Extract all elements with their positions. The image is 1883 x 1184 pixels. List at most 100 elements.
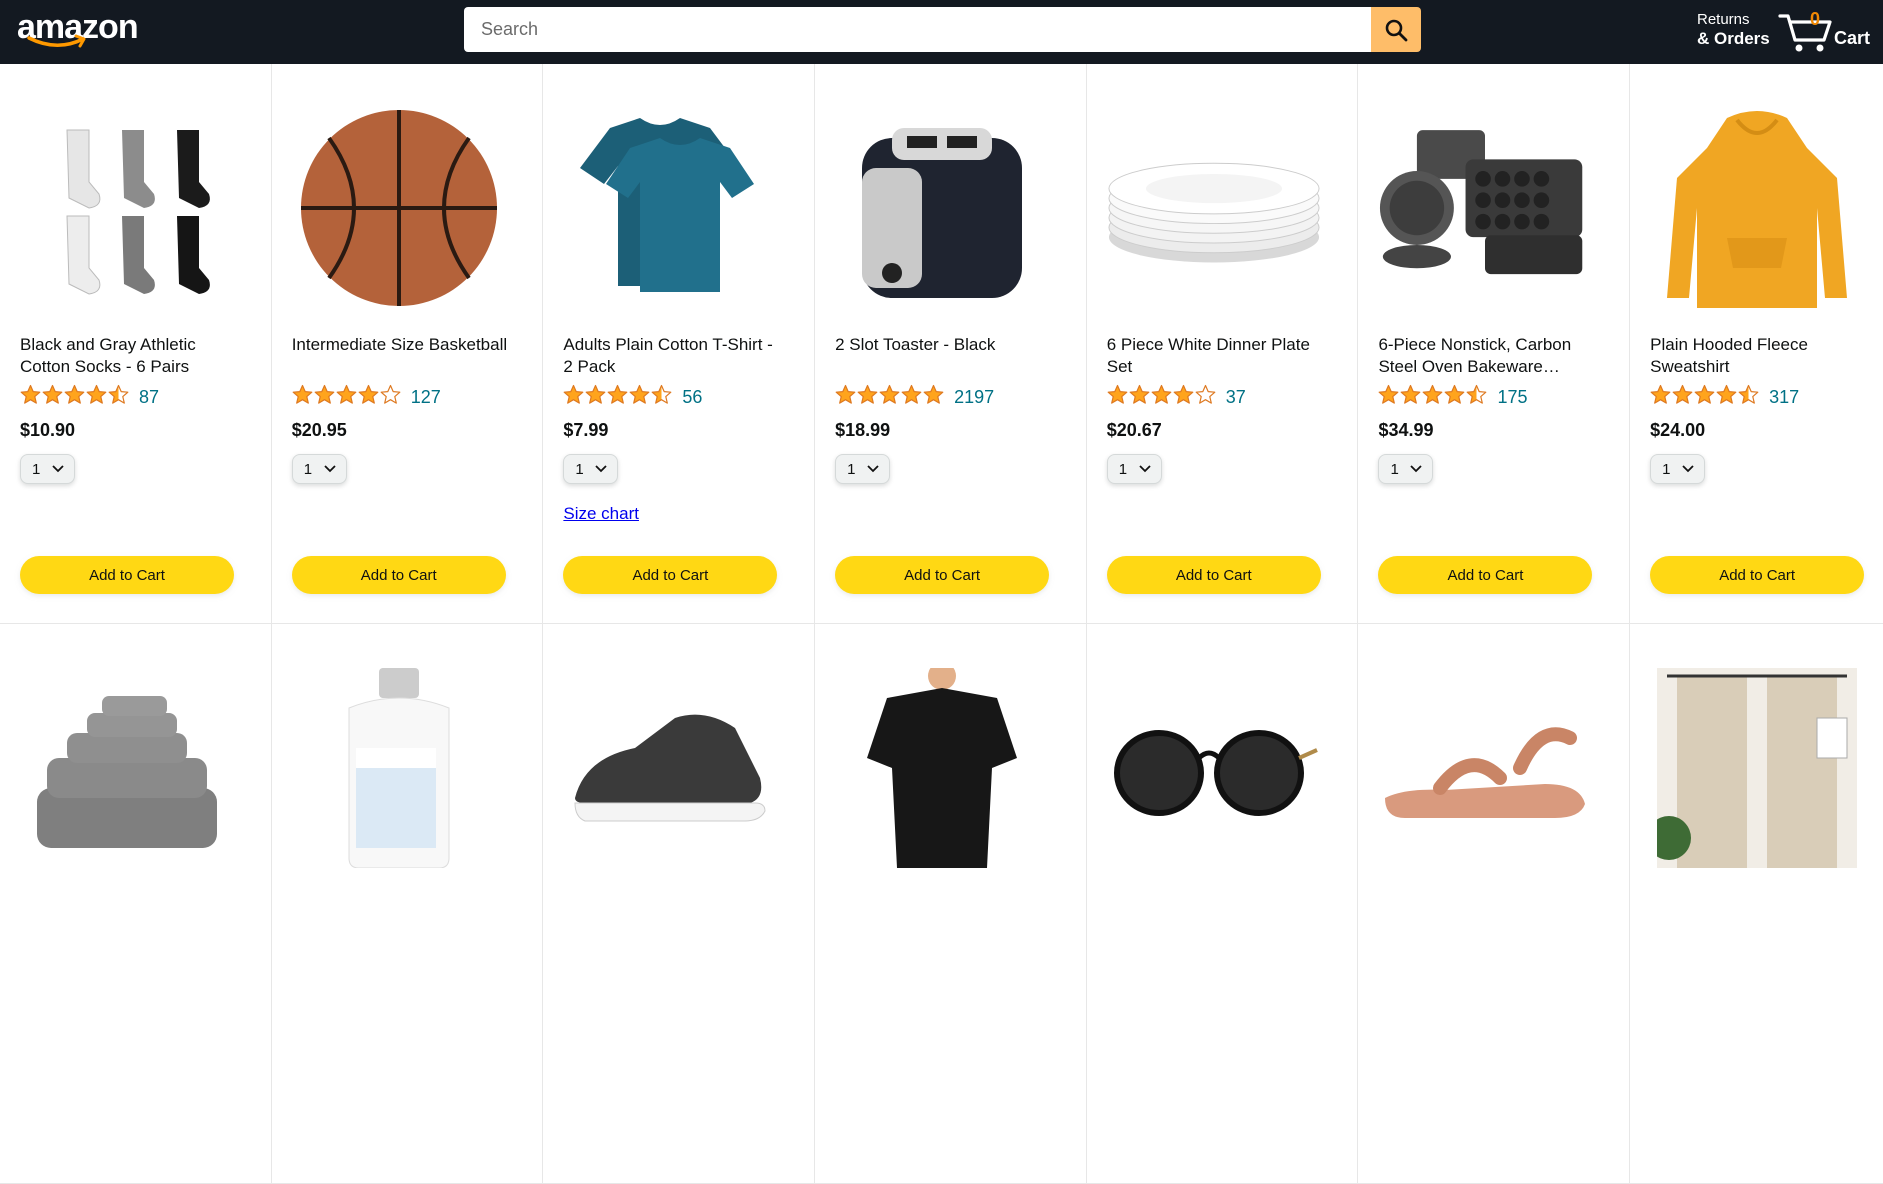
product-name: 6 Piece White Dinner Plate Set (1106, 335, 1310, 376)
star-icon (380, 384, 401, 410)
star-icon (1173, 384, 1194, 410)
amazon-logo[interactable]: amazon (17, 8, 139, 52)
star-icon (292, 384, 313, 410)
rating-stars (563, 384, 672, 410)
add-to-cart-button[interactable]: Add to Cart (1106, 556, 1321, 594)
rating-stars (1107, 384, 1216, 410)
rating-stars (20, 384, 129, 410)
quantity-select[interactable]: 1 (1106, 454, 1162, 484)
star-icon (1716, 384, 1737, 410)
add-to-cart-button[interactable]: Add to Cart (835, 556, 1050, 594)
quantity-value: 1 (847, 460, 856, 478)
product-card (1630, 624, 1883, 1184)
star-icon (20, 384, 41, 410)
returns-orders-link[interactable]: Returns & Orders (1697, 10, 1770, 48)
add-to-cart-button[interactable]: Add to Cart (1378, 556, 1593, 594)
add-to-cart-button[interactable]: Add to Cart (563, 556, 778, 594)
quantity-select[interactable]: 1 (563, 454, 619, 484)
product-image-beach-dress[interactable] (835, 664, 1049, 872)
returns-label: Returns (1697, 11, 1750, 28)
star-icon (1129, 384, 1150, 410)
size-chart-link[interactable]: Size chart (563, 504, 639, 524)
product-rating: 127 (292, 384, 441, 410)
star-icon (923, 384, 944, 410)
cart-label: Cart (1834, 28, 1871, 48)
product-price: $24.00 (1650, 420, 1706, 440)
top-header: amazon Returns & Orders 0 Cart (0, 0, 1883, 64)
cart-link[interactable]: 0 Cart (1778, 6, 1878, 58)
star-icon (1672, 384, 1693, 410)
star-icon (1694, 384, 1715, 410)
search-bar (464, 7, 1421, 52)
product-card: Plain Hooded Fleece Sweatshirt 317 $24.0… (1630, 64, 1883, 624)
product-card (815, 624, 1087, 1184)
product-card (1358, 624, 1631, 1184)
quantity-value: 1 (1662, 460, 1671, 478)
product-image-tshirt[interactable] (563, 104, 777, 312)
rating-count-link[interactable]: 317 (1769, 387, 1799, 408)
star-icon (651, 384, 672, 410)
product-image-basketball[interactable] (292, 104, 506, 312)
rating-count-link[interactable]: 56 (682, 387, 702, 408)
orders-label: & Orders (1697, 29, 1770, 48)
chevron-down-icon (1682, 465, 1694, 473)
product-image-towels[interactable] (20, 664, 234, 872)
star-icon (901, 384, 922, 410)
quantity-select[interactable]: 1 (20, 454, 75, 484)
star-icon (585, 384, 606, 410)
product-card: Black and Gray Athletic Cotton Socks - 6… (0, 64, 272, 624)
star-icon (835, 384, 856, 410)
product-image-sandal[interactable] (1378, 664, 1592, 872)
chevron-down-icon (52, 465, 64, 473)
product-price: $20.67 (1106, 420, 1162, 440)
rating-stars (835, 384, 944, 410)
quantity-select[interactable]: 1 (1650, 454, 1706, 484)
product-rating: 317 (1650, 384, 1799, 410)
product-price: $10.90 (20, 420, 76, 440)
product-card (1086, 624, 1359, 1184)
product-image-bakeware[interactable] (1378, 104, 1592, 312)
cart-icon (1778, 14, 1832, 52)
add-to-cart-button[interactable]: Add to Cart (291, 556, 506, 594)
chevron-down-icon (1139, 465, 1151, 473)
rating-count-link[interactable]: 37 (1226, 387, 1246, 408)
quantity-select[interactable]: 1 (835, 454, 891, 484)
search-button[interactable] (1371, 7, 1421, 52)
product-image-curtains[interactable] (1650, 664, 1864, 872)
rating-count-link[interactable]: 87 (139, 387, 159, 408)
star-icon (857, 384, 878, 410)
rating-count-link[interactable]: 127 (411, 387, 441, 408)
search-icon (1385, 19, 1408, 41)
product-image-sunglasses[interactable] (1107, 664, 1321, 872)
rating-count-link[interactable]: 2197 (954, 387, 994, 408)
product-image-plates[interactable] (1107, 104, 1321, 312)
star-icon (1422, 384, 1443, 410)
product-image-toaster[interactable] (835, 104, 1049, 312)
rating-count-link[interactable]: 175 (1497, 387, 1527, 408)
rating-stars (1378, 384, 1487, 410)
product-name: 6-Piece Nonstick, Carbon Steel Oven Bake… (1378, 335, 1572, 376)
quantity-value: 1 (575, 460, 584, 478)
product-card: 6-Piece Nonstick, Carbon Steel Oven Bake… (1358, 64, 1631, 624)
product-card: Intermediate Size Basketball 127 $20.95 … (271, 64, 544, 624)
add-to-cart-button[interactable]: Add to Cart (20, 556, 234, 594)
product-name: Plain Hooded Fleece Sweatshirt (1650, 335, 1808, 376)
product-grid: Black and Gray Athletic Cotton Socks - 6… (0, 64, 1883, 1184)
product-price: $20.95 (291, 420, 347, 440)
quantity-select[interactable]: 1 (1378, 454, 1434, 484)
product-image-socks[interactable] (20, 104, 234, 312)
add-to-cart-button[interactable]: Add to Cart (1650, 556, 1865, 594)
product-card: Adults Plain Cotton T-Shirt - 2 Pack 56 … (543, 64, 816, 624)
chevron-down-icon (595, 465, 608, 473)
product-card (271, 624, 544, 1184)
product-name: Black and Gray Athletic Cotton Socks - 6… (20, 335, 196, 376)
chevron-down-icon (324, 465, 336, 473)
star-icon (1444, 384, 1465, 410)
quantity-select[interactable]: 1 (291, 454, 347, 484)
product-card (543, 624, 816, 1184)
product-name: 2 Slot Toaster - Black (835, 335, 996, 354)
product-image-detergent[interactable] (292, 664, 506, 872)
search-input[interactable] (464, 7, 1371, 52)
product-image-hoodie[interactable] (1650, 104, 1864, 312)
product-image-sneaker[interactable] (563, 664, 777, 872)
